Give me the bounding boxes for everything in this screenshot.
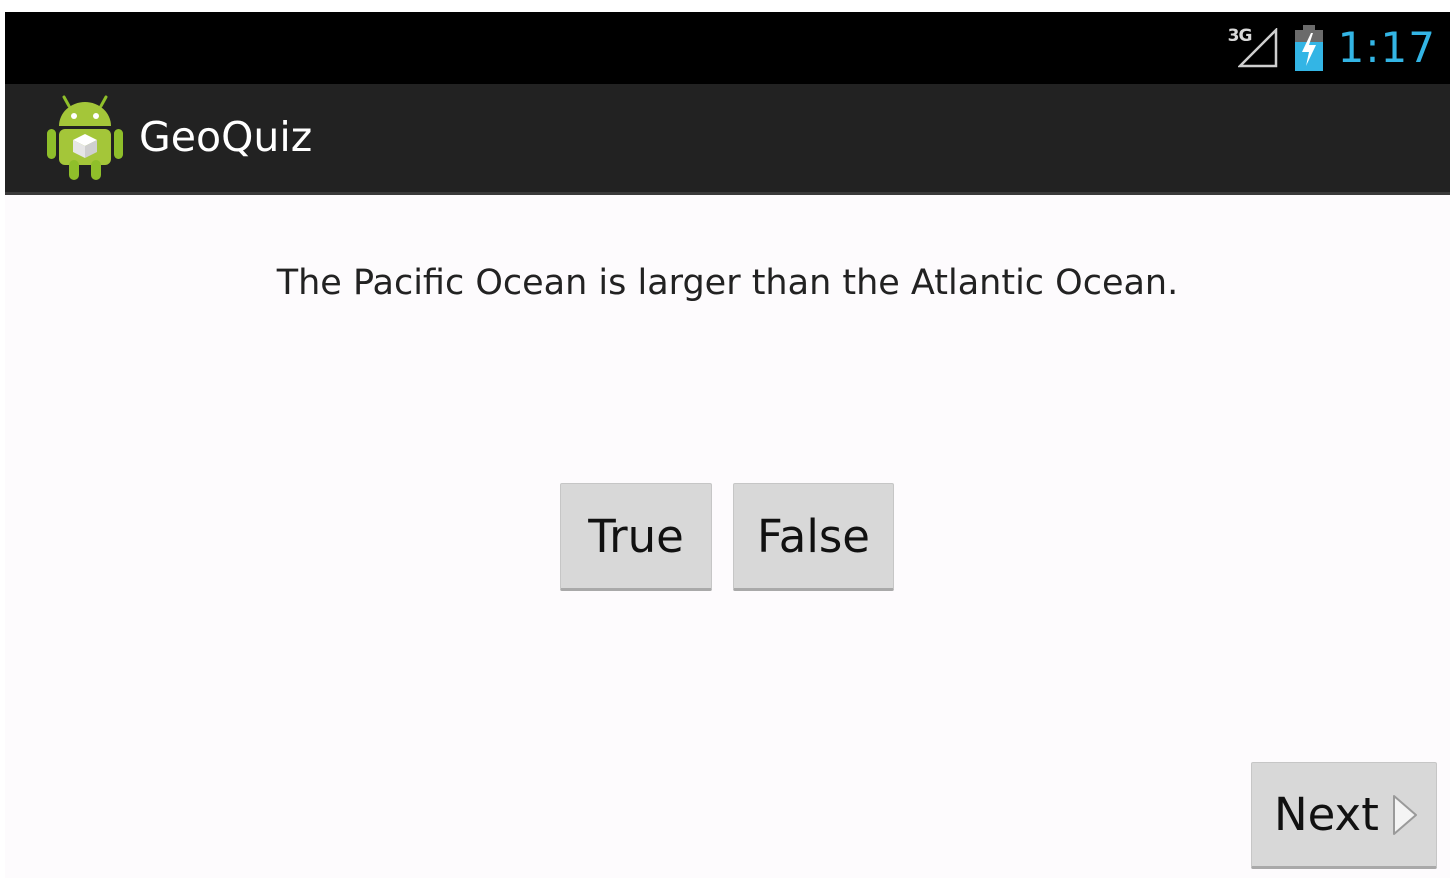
next-button[interactable]: Next [1251, 762, 1437, 869]
action-bar: GeoQuiz [5, 84, 1450, 195]
battery-charging-icon [1294, 25, 1323, 71]
question-text: The Pacific Ocean is larger than the Atl… [276, 263, 1179, 303]
true-button-label: True [588, 509, 684, 563]
chevron-right-icon [1392, 794, 1417, 835]
true-button[interactable]: True [560, 483, 712, 591]
quiz-content: The Pacific Ocean is larger than the Atl… [5, 195, 1450, 878]
android-robot-icon [47, 95, 123, 180]
next-button-label: Next [1274, 788, 1379, 841]
status-icons: 3G 1:17 [1228, 18, 1436, 78]
device-screen: 3G 1:17 GeoQuiz The Pacific Ocean is lar… [5, 12, 1450, 878]
signal-icon: 3G [1228, 22, 1280, 74]
clock: 1:17 [1337, 23, 1436, 72]
screenshot-frame: 3G 1:17 GeoQuiz The Pacific Ocean is lar… [0, 0, 1455, 878]
false-button-label: False [757, 509, 870, 563]
status-bar: 3G 1:17 [5, 12, 1450, 84]
false-button[interactable]: False [733, 483, 894, 591]
app-title: GeoQuiz [139, 113, 313, 161]
